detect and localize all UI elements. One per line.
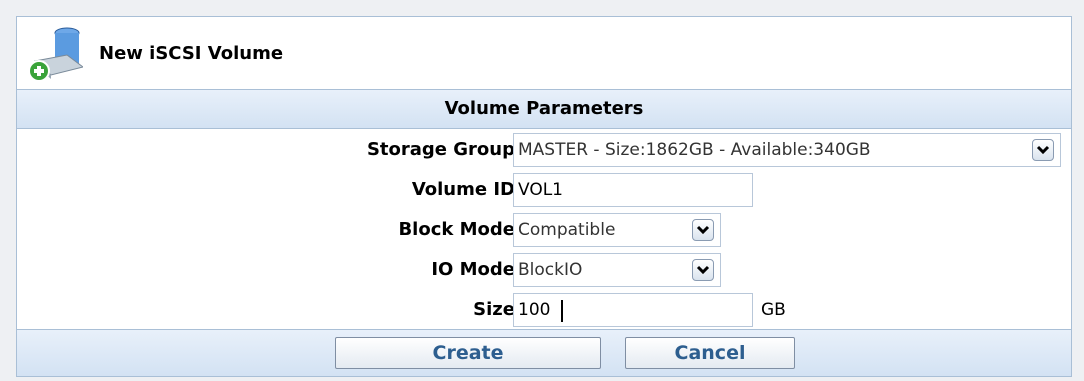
block-mode-label: Block Mode xyxy=(398,219,515,240)
volume-id-row: Volume ID xyxy=(17,170,1071,210)
page-title: New iSCSI Volume xyxy=(99,43,284,64)
panel-header: New iSCSI Volume xyxy=(17,17,1071,89)
block-mode-select[interactable]: Compatible xyxy=(513,213,721,247)
volume-id-label: Volume ID xyxy=(411,179,515,200)
size-unit: GB xyxy=(761,300,786,320)
io-mode-select[interactable]: BlockIO xyxy=(513,253,721,287)
size-input[interactable] xyxy=(513,293,753,327)
storage-group-select[interactable]: MASTER - Size:1862GB - Available:340GB xyxy=(513,133,1061,167)
storage-group-label: Storage Group xyxy=(366,139,515,160)
section-heading: Volume Parameters xyxy=(17,89,1071,129)
cancel-button[interactable]: Cancel xyxy=(625,337,795,369)
text-cursor xyxy=(561,300,563,322)
io-mode-value: BlockIO xyxy=(518,260,583,280)
chevron-down-icon[interactable] xyxy=(692,259,714,281)
button-bar: Create Cancel xyxy=(17,329,1071,376)
chevron-down-icon[interactable] xyxy=(1032,139,1054,161)
block-mode-value: Compatible xyxy=(518,220,616,240)
volume-id-input[interactable] xyxy=(513,173,753,207)
io-mode-label: IO Mode xyxy=(431,259,515,280)
size-row: Size GB xyxy=(17,290,1071,330)
chevron-down-icon[interactable] xyxy=(692,219,714,241)
storage-group-value: MASTER - Size:1862GB - Available:340GB xyxy=(518,140,871,160)
new-iscsi-volume-panel: New iSCSI Volume Volume Parameters Stora… xyxy=(16,16,1072,377)
io-mode-row: IO Mode BlockIO xyxy=(17,250,1071,290)
create-button[interactable]: Create xyxy=(335,337,601,369)
block-mode-row: Block Mode Compatible xyxy=(17,210,1071,250)
size-label: Size xyxy=(473,299,515,320)
storage-group-row: Storage Group MASTER - Size:1862GB - Ava… xyxy=(17,130,1071,170)
database-add-icon xyxy=(28,27,83,82)
